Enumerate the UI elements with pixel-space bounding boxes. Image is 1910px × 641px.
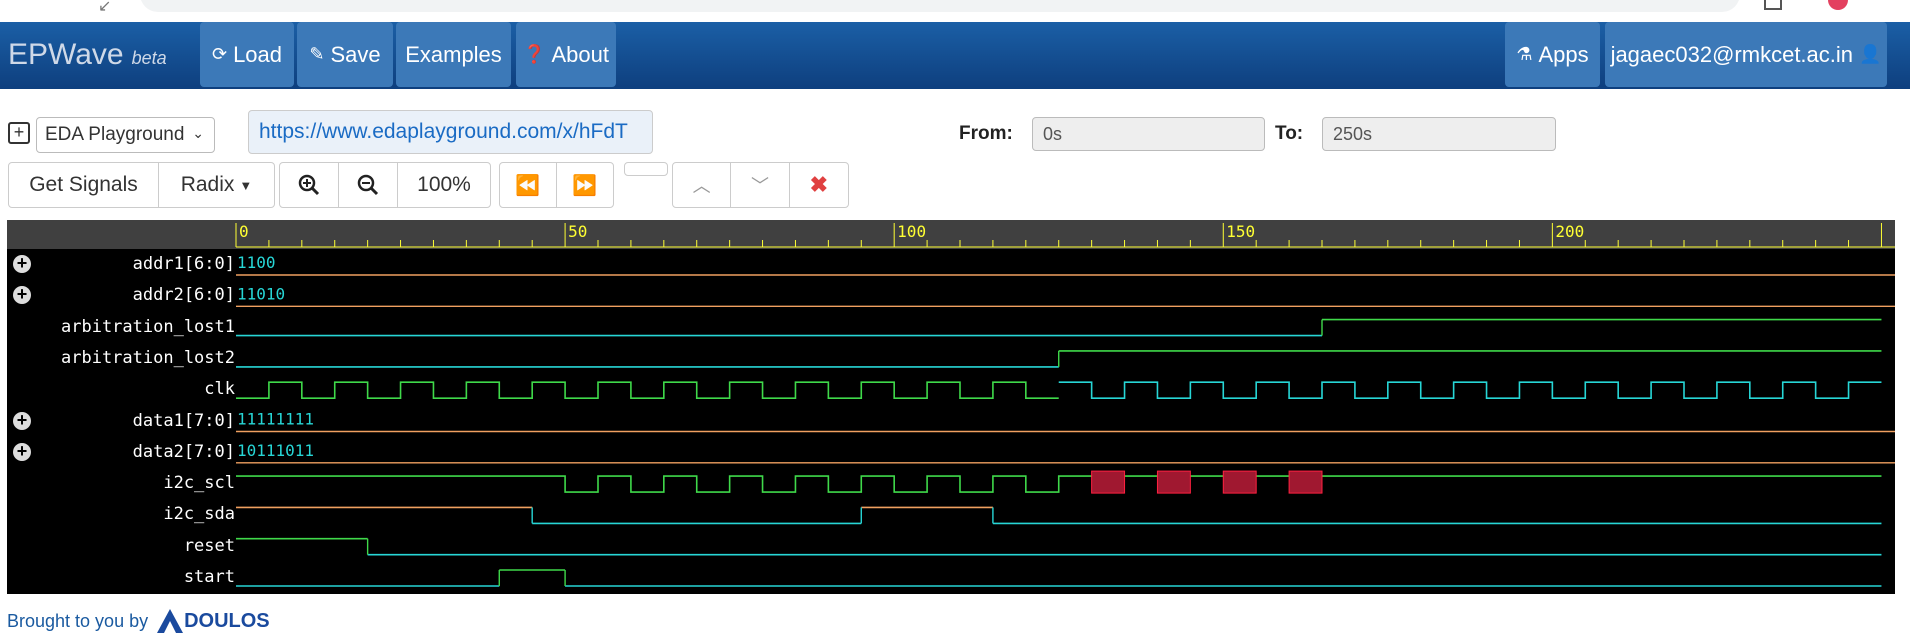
save-label: Save [330, 41, 381, 67]
to-label: To: [1275, 123, 1304, 144]
get-signals-button[interactable]: Get Signals [9, 163, 159, 207]
clk-wave [236, 381, 1059, 399]
zoom-button-group: 100% [279, 162, 491, 208]
navbar: EPWave beta ⟳ Load ✎ Save Examples ❓ About ⚗… [0, 22, 1910, 89]
bus-value: 11111111 [237, 410, 314, 429]
apps-label: Apps [1538, 41, 1589, 67]
user-menu[interactable]: jagaec032@rmkcet.ac.in 👤 [1605, 22, 1887, 87]
unknown-state [1288, 470, 1323, 494]
back-arrow-icon[interactable]: ↙ [98, 0, 111, 16]
next-edge-button[interactable]: ⏩ [557, 163, 614, 207]
bus-value: 10111011 [237, 441, 314, 460]
prev-edge-button[interactable]: ⏪ [500, 163, 557, 207]
from-field[interactable]: 0s [1032, 117, 1265, 151]
library-select[interactable]: EDA Playground ⌄ [36, 117, 215, 153]
i2c-scl-wave [236, 475, 1882, 493]
edge-nav-group: ⏪ ⏩ [499, 162, 614, 208]
chevron-down-icon: ﹀ [751, 176, 770, 196]
signals-button-group: Get Signals Radix ▼ [8, 162, 275, 208]
remove-signal-button[interactable]: ✖ [790, 163, 848, 207]
chevron-up-icon: ︿ [692, 176, 711, 196]
footer: Brought to you by DOULOS [7, 608, 270, 634]
close-icon: ✖ [809, 172, 829, 197]
expand-icon[interactable]: + [8, 122, 30, 144]
zoom-out-icon [357, 174, 379, 196]
move-up-button[interactable]: ︿ [673, 163, 732, 207]
fast-backward-icon: ⏪ [515, 174, 541, 197]
radix-dropdown[interactable]: Radix ▼ [159, 163, 274, 207]
browser-chrome: ↙ [0, 0, 1910, 22]
signal-order-group: ︿ ﹀ ✖ [672, 162, 849, 208]
blank-button[interactable] [624, 162, 668, 176]
save-button[interactable]: ✎ Save [297, 22, 393, 87]
examples-label: Examples [405, 41, 502, 67]
doulos-logo-text: DOULOS [184, 609, 270, 632]
bus-value: 1100 [237, 253, 276, 272]
waveform-canvas[interactable]: 0 50 100 150 200 1100 11010 11111111 10111011 [7, 220, 1895, 594]
about-label: About [551, 41, 609, 67]
brand[interactable]: EPWave beta [8, 38, 167, 72]
load-label: Load [233, 41, 283, 67]
ruler-label: 100 [897, 222, 926, 241]
radix-label: Radix [180, 173, 235, 196]
ruler-label: 50 [568, 222, 587, 241]
ruler-label: 0 [239, 222, 249, 241]
footer-text: Brought to you by [7, 610, 149, 631]
waveform-viewer[interactable]: addr1[6:0] + addr2[6:0] + arbitration_lost1 a… [7, 220, 1895, 594]
from-label: From: [959, 123, 1013, 144]
question-circle-icon: ❓ [523, 44, 546, 64]
ruler-label: 150 [1226, 222, 1255, 241]
zoom-level: 100% [417, 173, 471, 196]
extension-icon[interactable] [1764, 0, 1782, 10]
ruler-label: 200 [1555, 222, 1584, 241]
move-down-button[interactable]: ﹀ [731, 163, 790, 207]
fast-forward-icon: ⏩ [572, 174, 598, 197]
chevron-down-icon: ⌄ [192, 125, 204, 141]
examples-button[interactable]: Examples [396, 22, 511, 87]
unknown-state [1156, 470, 1191, 494]
zoom-in-icon [298, 174, 320, 196]
user-email: jagaec032@rmkcet.ac.in [1610, 41, 1854, 67]
apps-button[interactable]: ⚗ Apps [1505, 22, 1600, 87]
about-button[interactable]: ❓ About [516, 22, 616, 87]
unknown-state [1091, 470, 1126, 494]
doulos-logo[interactable]: DOULOS [156, 608, 270, 634]
refresh-icon: ⟳ [211, 44, 228, 64]
zoom-in-button[interactable] [280, 163, 339, 207]
load-button[interactable]: ⟳ Load [200, 22, 294, 87]
flask-icon: ⚗ [1516, 44, 1533, 64]
profile-avatar[interactable] [1828, 0, 1848, 10]
clk-wave [1058, 381, 1882, 399]
share-url-field[interactable]: https://www.edaplayground.com/x/hFdT [248, 110, 653, 154]
caret-down-icon: ▼ [239, 177, 253, 193]
library-select-value: EDA Playground [45, 124, 185, 145]
brand-tag: beta [131, 48, 167, 68]
zoom-out-button[interactable] [339, 163, 398, 207]
to-field[interactable]: 250s [1322, 117, 1556, 151]
bus-value: 11010 [237, 284, 285, 303]
user-icon: 👤 [1859, 44, 1882, 64]
pencil-icon: ✎ [309, 44, 325, 64]
brand-name: EPWave [8, 38, 124, 71]
doulos-logo-icon [157, 609, 184, 633]
unknown-state [1222, 470, 1257, 494]
address-bar[interactable] [140, 0, 1740, 12]
